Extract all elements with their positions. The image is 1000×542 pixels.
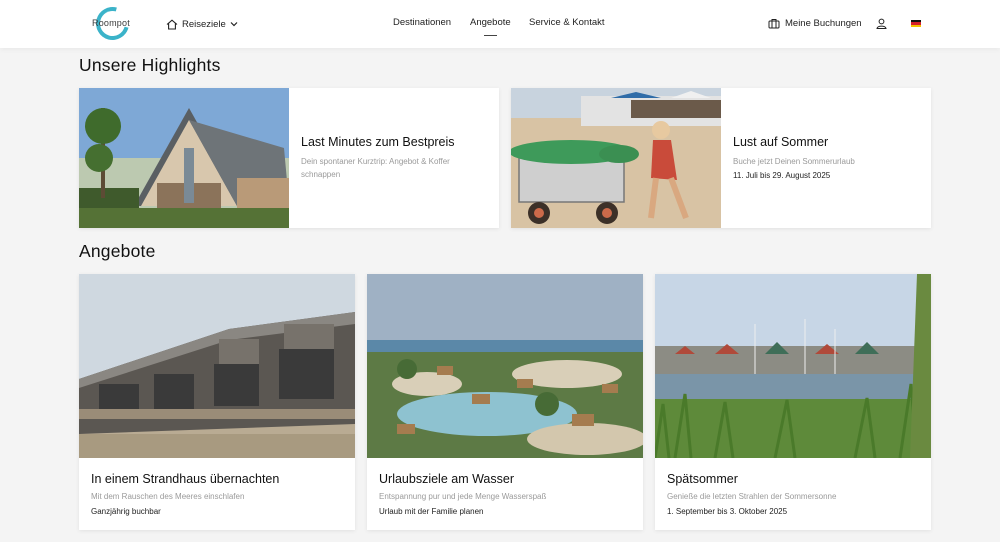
card-title: In einem Strandhaus übernachten — [91, 472, 280, 486]
offer-card-strandhaus[interactable]: In einem Strandhaus übernachten Mit dem … — [79, 274, 355, 530]
card-note: Urlaub mit der Familie planen — [379, 507, 484, 516]
chevron-down-icon — [230, 22, 238, 27]
card-subtitle: Buche jetzt Deinen Sommerurlaub — [733, 157, 855, 166]
card-title: Lust auf Sommer — [733, 135, 829, 149]
logo-text: Roompot — [92, 18, 130, 28]
card-subtitle: Dein spontaner Kurztrip: Angebot & Koffe… — [301, 157, 450, 179]
card-title: Last Minutes zum Bestpreis — [301, 135, 455, 149]
cabin-image — [79, 88, 289, 228]
nav-service-kontakt[interactable]: Service & Kontakt — [529, 17, 605, 28]
beach-girl-image — [511, 88, 721, 228]
home-icon — [166, 18, 178, 30]
card-note: 1. September bis 3. Oktober 2025 — [667, 507, 788, 516]
roompot-logo[interactable]: Roompot — [89, 0, 136, 47]
user-icon[interactable] — [876, 18, 887, 29]
park-aerial-image — [367, 274, 643, 458]
nav-destinationen[interactable]: Destinationen — [393, 17, 451, 28]
reiseziele-label: Reiseziele — [182, 18, 226, 30]
offer-card-spaetsommer[interactable]: Spätsommer Genieße die letzten Strahlen … — [655, 274, 931, 530]
card-title: Urlaubsziele am Wasser — [379, 472, 514, 486]
meine-buchungen-label: Meine Buchungen — [785, 17, 862, 29]
harbor-image — [655, 274, 931, 458]
card-subtitle: Genieße die letzten Strahlen der Sommers… — [667, 492, 837, 501]
meine-buchungen-link[interactable]: Meine Buchungen — [768, 15, 862, 31]
highlight-card-last-minutes[interactable]: Last Minutes zum Bestpreis Dein spontane… — [79, 88, 499, 228]
suitcase-icon — [768, 18, 780, 28]
card-subtitle: Mit dem Rauschen des Meeres einschlafen — [91, 492, 245, 501]
angebote-heading: Angebote — [79, 241, 156, 261]
card-subtitle: Entspannung pur und jede Menge Wasserspa… — [379, 492, 547, 501]
reiseziele-dropdown[interactable]: Reiseziele — [166, 16, 238, 32]
language-flag-de-icon[interactable] — [911, 20, 921, 27]
highlights-heading: Unsere Highlights — [79, 55, 221, 75]
card-note: Ganzjährig buchbar — [91, 507, 161, 516]
nav-angebote[interactable]: Angebote — [470, 17, 511, 36]
offer-card-wasser[interactable]: Urlaubsziele am Wasser Entspannung pur u… — [367, 274, 643, 530]
strandhaus-image — [79, 274, 355, 458]
card-title: Spätsommer — [667, 472, 738, 486]
card-date: 11. Juli bis 29. August 2025 — [733, 171, 831, 180]
highlight-card-sommer[interactable]: Lust auf Sommer Buche jetzt Deinen Somme… — [511, 88, 931, 228]
site-header: Roompot Reiseziele Destinationen Angebot… — [0, 0, 1000, 48]
